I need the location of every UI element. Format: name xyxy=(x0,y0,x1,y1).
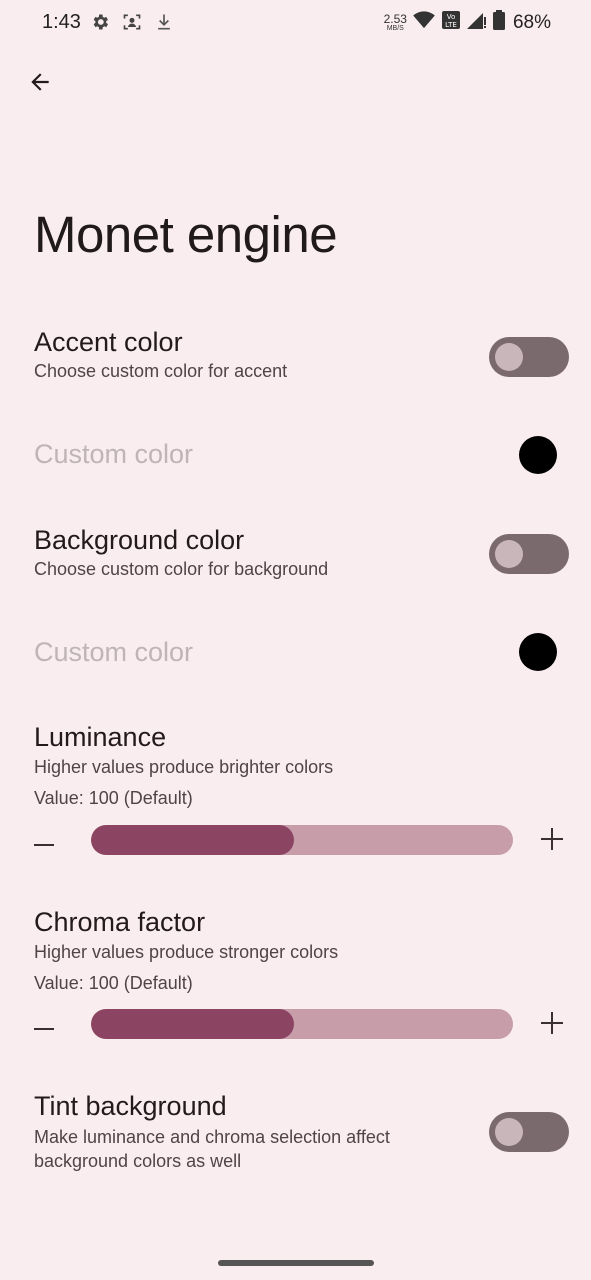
chroma-setting: Chroma factor Higher values produce stro… xyxy=(34,906,569,1046)
accent-custom-color-title: Custom color xyxy=(34,439,194,469)
background-color-switch[interactable] xyxy=(489,534,569,574)
background-custom-color-setting[interactable]: Custom color xyxy=(34,633,569,676)
gear-icon xyxy=(90,12,110,37)
tint-background-setting[interactable]: Tint background Make luminance and chrom… xyxy=(34,1090,569,1180)
volte-icon: Vo LTE xyxy=(441,10,461,35)
luminance-value: Value: 100 (Default) xyxy=(34,788,193,808)
luminance-slider-fill xyxy=(91,825,294,855)
chroma-slider-fill xyxy=(91,1009,294,1039)
svg-text:LTE: LTE xyxy=(445,21,457,29)
luminance-title: Luminance xyxy=(34,722,167,752)
page-title: Monet engine xyxy=(34,206,338,263)
tint-background-switch[interactable] xyxy=(489,1112,569,1152)
network-speed: 2.53 MB/S xyxy=(383,12,407,32)
accent-color-swatch[interactable] xyxy=(519,436,557,474)
status-bar: 1:43 2.53 MB/S Vo LTE 68% xyxy=(0,0,591,46)
chroma-decrease-button[interactable] xyxy=(34,1015,56,1043)
luminance-slider-row xyxy=(34,825,569,865)
accent-color-setting[interactable]: Accent color Choose custom color for acc… xyxy=(34,326,569,396)
home-indicator[interactable] xyxy=(218,1260,374,1266)
svg-text:Vo: Vo xyxy=(447,13,456,21)
chroma-subtitle: Higher values produce stronger colors xyxy=(34,942,339,962)
tint-background-subtitle: Make luminance and chroma selection affe… xyxy=(34,1127,390,1171)
luminance-subtitle: Higher values produce brighter colors xyxy=(34,757,334,777)
battery-icon xyxy=(492,10,505,35)
switch-thumb xyxy=(495,540,523,568)
download-icon xyxy=(154,12,174,37)
chroma-increase-button[interactable] xyxy=(541,1012,563,1034)
face-scan-icon xyxy=(122,12,142,37)
accent-custom-color-setting[interactable]: Custom color xyxy=(34,436,569,478)
chroma-slider-row xyxy=(34,1009,569,1049)
accent-color-switch[interactable] xyxy=(489,337,569,377)
luminance-increase-button[interactable] xyxy=(541,828,563,850)
tint-background-title: Tint background xyxy=(34,1091,227,1121)
luminance-setting: Luminance Higher values produce brighter… xyxy=(34,721,569,861)
background-color-setting[interactable]: Background color Choose custom color for… xyxy=(34,524,569,594)
switch-thumb xyxy=(495,343,523,371)
battery-percent: 68% xyxy=(512,11,551,33)
chroma-value: Value: 100 (Default) xyxy=(34,973,193,993)
background-color-swatch[interactable] xyxy=(519,633,557,671)
accent-color-subtitle: Choose custom color for accent xyxy=(34,361,288,381)
luminance-decrease-button[interactable] xyxy=(34,831,56,859)
arrow-left-icon xyxy=(27,69,53,100)
background-custom-color-title: Custom color xyxy=(34,637,194,667)
luminance-slider[interactable] xyxy=(91,825,513,855)
chroma-slider[interactable] xyxy=(91,1009,513,1039)
signal-icon xyxy=(466,11,487,34)
back-button[interactable] xyxy=(22,66,58,102)
chroma-title: Chroma factor xyxy=(34,907,206,937)
background-color-subtitle: Choose custom color for background xyxy=(34,559,329,579)
switch-thumb xyxy=(495,1118,523,1146)
status-time: 1:43 xyxy=(42,11,81,33)
wifi-icon xyxy=(413,11,435,34)
